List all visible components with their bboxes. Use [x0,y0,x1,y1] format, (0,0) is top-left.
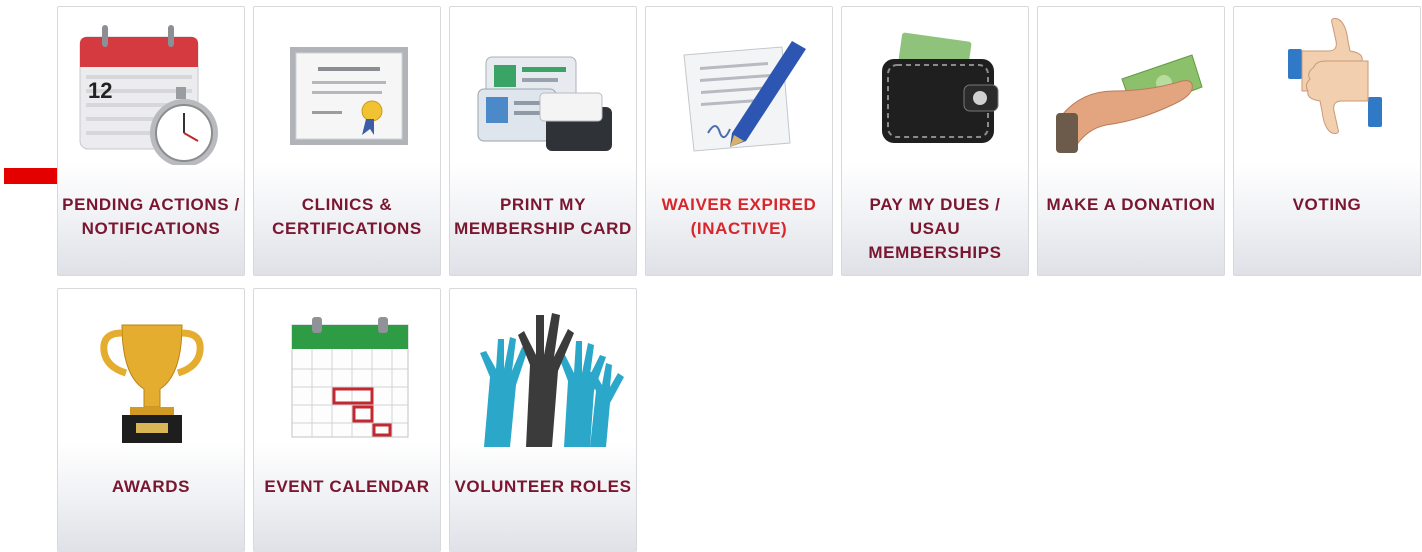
tile-volunteer-roles[interactable]: VOLUNTEER ROLES [449,288,637,552]
tile-label: MAKE A DONATION [1046,195,1216,214]
tile-waiver-expired[interactable]: WAIVER EXPIRED (INACTIVE) [645,6,833,276]
tile-pending-actions[interactable]: 12 PENDING ACTIONS / NOTIFICATIONS [57,6,245,276]
tile-awards[interactable]: AWARDS [57,288,245,552]
tile-label: EVENT CALENDAR [264,477,430,496]
tile-label: AWARDS [111,477,191,496]
calendar-stopwatch-icon: 12 [79,25,218,165]
tile-label: VOLUNTEER ROLES [454,477,632,496]
id-card-printer-icon [477,56,612,151]
event-calendar-icon [291,317,409,438]
tile-make-donation[interactable]: MAKE A DONATION [1037,6,1225,276]
tile-label: PENDING ACTIONS / NOTIFICATIONS [62,195,240,238]
tile-pay-dues[interactable]: PAY MY DUES / USAU MEMBERSHIPS [841,6,1029,276]
tile-label: PRINT MY MEMBERSHIP CARD [454,195,632,238]
trophy-icon [100,324,204,443]
tile-event-calendar[interactable]: EVENT CALENDAR [253,288,441,552]
tile-label: VOTING [1292,195,1362,214]
tile-label: PAY MY DUES / USAU MEMBERSHIPS [868,195,1002,262]
tile-print-membership-card[interactable]: PRINT MY MEMBERSHIP CARD [449,6,637,276]
calendar-day: 12 [88,78,112,103]
tile-label: CLINICS & CERTIFICATIONS [272,195,422,238]
raised-hands-icon [480,313,624,447]
thumbs-up-down-icon [1288,18,1382,134]
certificate-icon [290,47,408,145]
wallet-icon [882,32,999,143]
hand-cash-icon [1056,54,1203,153]
signed-waiver-pen-icon [683,41,806,152]
tile-voting[interactable]: VOTING [1233,6,1421,276]
tile-label: WAIVER EXPIRED (INACTIVE) [661,195,817,238]
tile-clinics-certifications[interactable]: CLINICS & CERTIFICATIONS [253,6,441,276]
